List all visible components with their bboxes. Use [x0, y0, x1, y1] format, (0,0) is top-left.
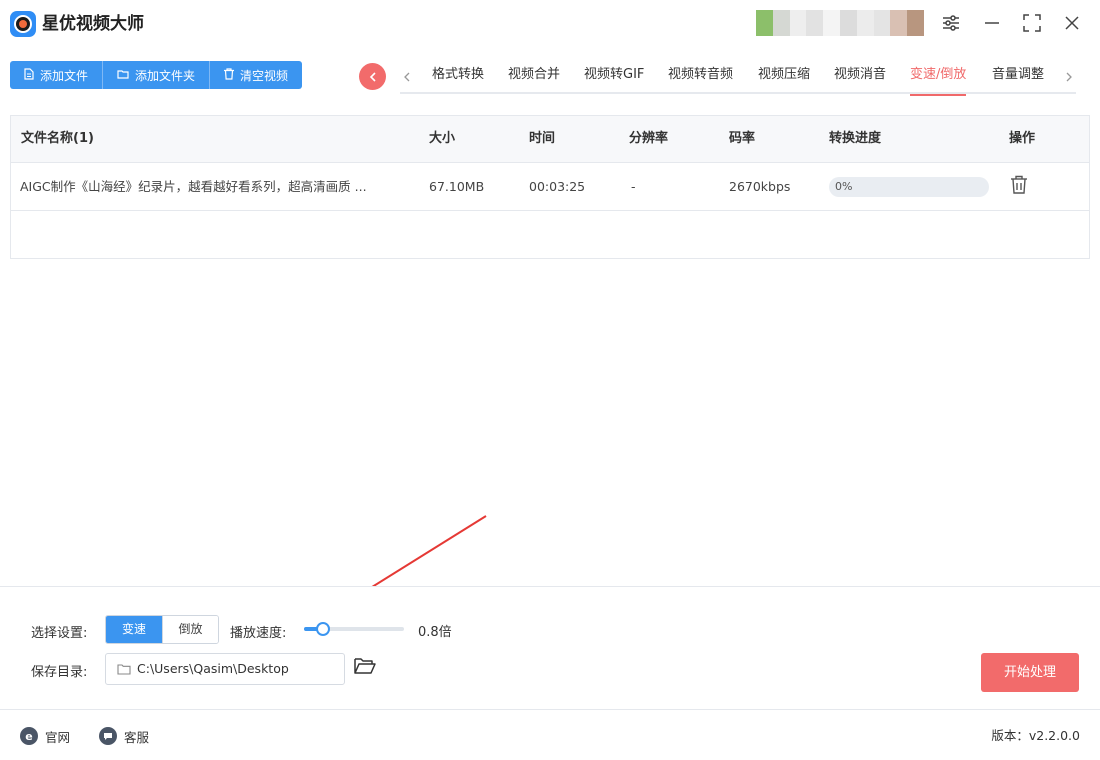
app-title: 星优视频大师: [42, 14, 144, 34]
tab-speed-reverse[interactable]: 变速/倒放: [910, 60, 967, 96]
file-button-group: 添加文件 添加文件夹 清空视频: [10, 61, 303, 89]
header-progress: 转换进度: [829, 131, 882, 146]
mode-reverse-button[interactable]: 倒放: [162, 616, 218, 643]
tabs-scroll-left-icon[interactable]: [400, 66, 414, 88]
header-action: 操作: [1009, 131, 1036, 146]
add-folder-label: 添加文件夹: [135, 68, 196, 83]
tab-video-mute[interactable]: 视频消音: [834, 60, 886, 94]
file-icon: [24, 67, 34, 83]
cell-time: 00:03:25: [529, 179, 586, 194]
empty-row: [10, 211, 1090, 259]
sliders-icon[interactable]: [938, 10, 964, 36]
back-button[interactable]: [359, 63, 386, 90]
title-bar: 星优视频大师: [0, 0, 1100, 48]
speed-slider[interactable]: [304, 622, 404, 636]
tab-video-compress[interactable]: 视频压缩: [758, 60, 810, 94]
close-icon[interactable]: [1059, 10, 1085, 36]
header-bitrate[interactable]: 码率: [729, 116, 755, 162]
file-table: 文件名称(1) 大小 时间 分辨率 码率 转换进度 操作 AIGC制作《山海经》…: [10, 115, 1090, 575]
support-link[interactable]: 客服: [99, 726, 149, 746]
folder-outline-icon: [117, 664, 131, 675]
slider-thumb[interactable]: [316, 622, 330, 636]
speed-value: 0.8倍: [418, 625, 452, 640]
maximize-icon[interactable]: [1019, 10, 1045, 36]
chat-bubble-icon: [99, 727, 117, 745]
user-avatar[interactable]: [756, 10, 924, 36]
website-label: 官网: [45, 729, 71, 745]
tabs-scroll-right-icon[interactable]: [1062, 66, 1076, 88]
save-directory-field[interactable]: C:\Users\Qasim\Desktop: [105, 653, 345, 685]
cell-bitrate: 2670kbps: [729, 179, 791, 194]
version-text: 版本：v2.2.0.0: [991, 728, 1080, 743]
header-size[interactable]: 大小: [429, 116, 455, 162]
mode-label: 选择设置:: [31, 626, 88, 641]
save-directory-label: 保存目录:: [31, 665, 88, 680]
support-label: 客服: [124, 729, 150, 745]
browse-folder-icon[interactable]: [354, 657, 376, 677]
speed-label: 播放速度:: [230, 626, 287, 641]
add-file-button[interactable]: 添加文件: [10, 61, 104, 89]
delete-row-icon[interactable]: [1010, 175, 1028, 197]
feature-tabs: 格式转换 视频合并 视频转GIF 视频转音频 视频压缩 视频消音 变速/倒放 音…: [400, 60, 1076, 96]
settings-panel: 选择设置: 变速 倒放 播放速度: 0.8倍 保存目录: C:\Users\Qa…: [0, 586, 1100, 710]
header-time[interactable]: 时间: [529, 116, 555, 162]
cell-file-name: AIGC制作《山海经》纪录片，越看越好看系列，超高清画质 ...: [20, 179, 367, 194]
table-row[interactable]: AIGC制作《山海经》纪录片，越看越好看系列，超高清画质 ... 67.10MB…: [10, 163, 1090, 211]
save-directory-value: C:\Users\Qasim\Desktop: [137, 661, 289, 676]
table-header: 文件名称(1) 大小 时间 分辨率 码率 转换进度 操作: [10, 115, 1090, 163]
cell-size: 67.10MB: [429, 179, 485, 194]
mode-toggle: 变速 倒放: [105, 615, 219, 644]
header-resolution[interactable]: 分辨率: [629, 116, 668, 162]
folder-icon: [117, 69, 129, 82]
progress-text: 0%: [835, 180, 853, 193]
chevron-left-icon: [369, 71, 376, 82]
trash-icon: [224, 67, 235, 83]
app-logo-icon: [10, 11, 36, 37]
footer: e 官网 客服 版本：v2.2.0.0: [0, 712, 1100, 760]
conversion-progress-bar: 0%: [829, 177, 989, 197]
header-file-name[interactable]: 文件名称(1): [21, 116, 94, 162]
clear-videos-button[interactable]: 清空视频: [210, 61, 303, 89]
tab-video-merge[interactable]: 视频合并: [508, 60, 560, 94]
website-link[interactable]: e 官网: [20, 726, 70, 746]
mode-speed-button[interactable]: 变速: [106, 616, 162, 643]
tab-volume-adjust[interactable]: 音量调整: [992, 60, 1044, 94]
clear-videos-label: 清空视频: [240, 68, 289, 83]
ie-globe-icon: e: [20, 727, 38, 745]
add-folder-button[interactable]: 添加文件夹: [103, 61, 211, 89]
add-file-label: 添加文件: [40, 68, 89, 83]
minimize-icon[interactable]: [979, 10, 1005, 36]
tab-format-convert[interactable]: 格式转换: [432, 60, 484, 94]
tab-video-to-audio[interactable]: 视频转音频: [668, 60, 733, 94]
start-processing-button[interactable]: 开始处理: [981, 653, 1079, 692]
cell-resolution: -: [631, 179, 636, 194]
tab-video-to-gif[interactable]: 视频转GIF: [584, 60, 644, 94]
